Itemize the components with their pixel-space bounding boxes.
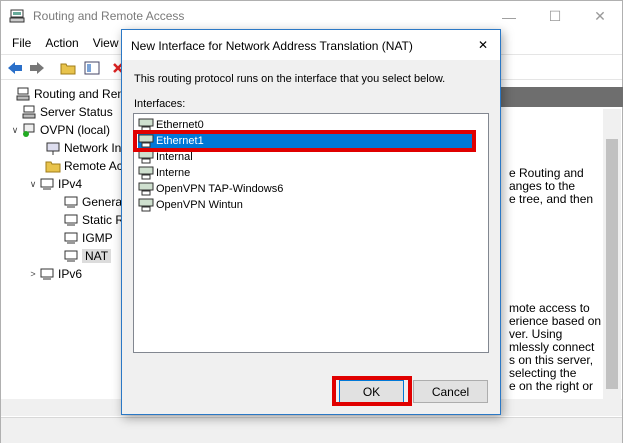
tree-label: Network In (64, 141, 122, 155)
interface-item-openvpn-wintun[interactable]: OpenVPN Wintun (138, 197, 243, 213)
menu-view[interactable]: View (86, 36, 126, 50)
interfaces-listbox[interactable]: Ethernet0 Ethernet1 Internal Interne Ope… (133, 113, 489, 353)
interface-label: Interne (156, 167, 191, 179)
back-icon[interactable] (6, 59, 24, 76)
scrollbar-thumb[interactable] (606, 139, 618, 389)
forward-icon[interactable] (28, 59, 46, 76)
tree-item-ipv4[interactable]: ∨ IPv4 (27, 175, 82, 193)
interface-item-interne[interactable]: Interne (138, 165, 190, 181)
network-adapter-icon (138, 166, 154, 180)
tree-item-routing-root[interactable]: Routing and Remo (3, 85, 124, 103)
cancel-button[interactable]: Cancel (413, 380, 488, 403)
folder-icon (45, 158, 61, 174)
chevron-down-icon[interactable]: ∨ (9, 125, 21, 136)
dialog-description: This routing protocol runs on the interf… (134, 73, 446, 85)
network-icon (45, 140, 61, 156)
vertical-scrollbar[interactable] (603, 109, 621, 399)
nat-interface-dialog: New Interface for Network Address Transl… (121, 29, 501, 415)
window-title: Routing and Remote Access (33, 9, 185, 23)
console-tree: Routing and Remo Server Status ∨ OVPN (l… (1, 81, 124, 399)
dialog-title: New Interface for Network Address Transl… (131, 39, 413, 53)
tree-item-ovpn[interactable]: ∨ OVPN (local) (9, 121, 110, 139)
tree-label: Genera (82, 195, 123, 209)
network-icon (63, 194, 79, 210)
chevron-right-icon[interactable]: > (27, 269, 39, 279)
menu-action[interactable]: Action (38, 36, 85, 50)
server-green-icon (21, 122, 37, 138)
server-icon (9, 9, 25, 23)
network-icon (63, 212, 79, 228)
menu-file[interactable]: File (5, 36, 38, 50)
interface-label: Internal (156, 151, 193, 163)
tree-label: Remote Acc (64, 159, 124, 173)
tree-item-general[interactable]: Genera (63, 193, 122, 211)
status-bar (1, 417, 622, 443)
network-adapter-icon (138, 182, 154, 196)
dialog-title-bar: New Interface for Network Address Transl… (122, 30, 500, 60)
maximize-button[interactable]: ☐ (532, 1, 578, 32)
interface-item-internal[interactable]: Internal (138, 149, 193, 165)
tree-label: IGMP (82, 231, 113, 245)
server-icon (15, 86, 31, 102)
tree-label: IPv4 (58, 177, 83, 191)
tree-item-remote-access[interactable]: Remote Acc (45, 157, 124, 175)
tree-label: OVPN (local) (40, 123, 111, 137)
tree-item-network-interfaces[interactable]: Network In (45, 139, 121, 157)
interface-item-ethernet0[interactable]: Ethernet0 (138, 117, 204, 133)
interface-label: OpenVPN Wintun (156, 199, 243, 211)
network-icon (63, 248, 79, 264)
network-icon (39, 176, 55, 192)
server-icon (21, 104, 37, 120)
tree-label: Static R (82, 213, 124, 227)
network-adapter-icon (138, 118, 154, 132)
interface-label: OpenVPN TAP-Windows6 (156, 183, 284, 195)
tree-item-ipv6[interactable]: > IPv6 (27, 265, 82, 283)
tree-label: Server Status (40, 105, 113, 119)
details-text: e tree, and then (509, 192, 594, 206)
details-text: e on the right or (509, 379, 594, 393)
tree-label: IPv6 (58, 267, 83, 281)
network-icon (63, 230, 79, 246)
close-window-button[interactable]: ✕ (577, 1, 623, 32)
tree-label: NAT (82, 249, 112, 263)
network-icon (39, 266, 55, 282)
tree-item-static-routes[interactable]: Static R (63, 211, 124, 229)
network-adapter-icon (138, 134, 154, 148)
tree-item-server-status[interactable]: Server Status (21, 103, 113, 121)
interface-label: Ethernet0 (156, 119, 204, 131)
details-header (497, 87, 623, 107)
interface-item-ethernet1[interactable]: Ethernet1 (138, 133, 474, 149)
interface-item-openvpn-tap[interactable]: OpenVPN TAP-Windows6 (138, 181, 283, 197)
interface-label: Ethernet1 (156, 135, 204, 147)
tree-label: Routing and Remo (34, 87, 124, 101)
interfaces-label: Interfaces: (134, 98, 186, 110)
console-tree-icon[interactable] (83, 59, 101, 76)
chevron-down-icon[interactable]: ∨ (27, 179, 39, 190)
tree-item-nat[interactable]: NAT (63, 247, 112, 265)
minimize-button[interactable]: — (486, 1, 532, 32)
network-adapter-icon (138, 150, 154, 164)
close-icon[interactable]: ✕ (472, 34, 494, 56)
ok-button[interactable]: OK (339, 380, 404, 403)
title-bar: Routing and Remote Access — ☐ ✕ (1, 1, 622, 32)
network-adapter-icon (138, 198, 154, 212)
up-folder-icon[interactable] (59, 59, 77, 76)
tree-item-igmp[interactable]: IGMP (63, 229, 113, 247)
